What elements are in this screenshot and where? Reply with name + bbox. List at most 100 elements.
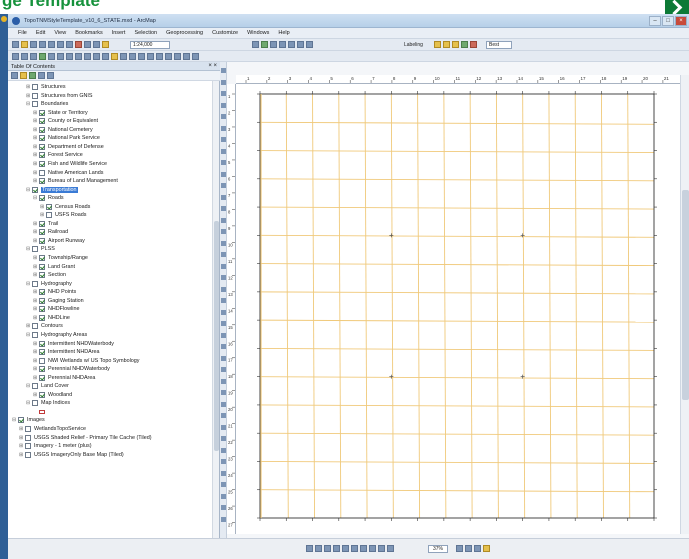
- layer-name-label[interactable]: Map Indices: [41, 400, 70, 406]
- layer-visibility-checkbox[interactable]: [39, 143, 45, 150]
- toc-layer-row[interactable]: ⊟ Roads: [33, 194, 64, 202]
- menu-selection[interactable]: Selection: [134, 30, 157, 36]
- label-quality-select[interactable]: Best: [486, 41, 512, 49]
- layer-visibility-checkbox[interactable]: [39, 374, 45, 381]
- layout-pan-tool-icon[interactable]: [324, 545, 331, 552]
- toc-layer-row[interactable]: ⊟ Transportation: [26, 186, 78, 194]
- view-unplaced-icon[interactable]: [452, 41, 459, 48]
- layer-visibility-checkbox[interactable]: [32, 383, 38, 390]
- layer-name-label[interactable]: Structures: [41, 84, 66, 90]
- layer-name-label[interactable]: Imagery - 1 meter (plus): [34, 443, 92, 449]
- layer-visibility-checkbox[interactable]: [39, 152, 45, 159]
- next-extent-icon[interactable]: [378, 545, 385, 552]
- toc-layer-row[interactable]: ⊟ Boundaries: [26, 100, 68, 108]
- toc-layer-row[interactable]: ⊞ Township/Range: [33, 254, 88, 262]
- layer-visibility-checkbox[interactable]: [39, 118, 45, 125]
- fixed-zoom-out-layout-icon[interactable]: [360, 545, 367, 552]
- toggle-draft-icon[interactable]: [456, 545, 463, 552]
- layer-visibility-checkbox[interactable]: [25, 451, 31, 458]
- layout-scroll-thumb[interactable]: [682, 190, 689, 400]
- hyperlink-icon[interactable]: [138, 53, 145, 60]
- layer-name-label[interactable]: Township/Range: [48, 255, 88, 261]
- toc-layer-row[interactable]: ⊞ Railroad: [33, 228, 68, 236]
- layout-side-tool-icon[interactable]: [221, 91, 226, 96]
- layer-visibility-checkbox[interactable]: [39, 126, 45, 133]
- layer-name-label[interactable]: PLSS: [41, 246, 55, 252]
- layer-name-label[interactable]: NHDLine: [48, 315, 70, 321]
- layer-name-label[interactable]: Transportation: [41, 186, 78, 193]
- delete-icon[interactable]: [75, 41, 82, 48]
- toc-layer-row[interactable]: ⊞ Fish and Wildlife Service: [33, 160, 107, 168]
- toc-layer-row[interactable]: ⊞ NWI Wetlands w/ US Topo Symbology: [33, 357, 139, 365]
- toc-scroll-thumb[interactable]: [214, 221, 219, 451]
- layout-side-tool-icon[interactable]: [221, 275, 226, 280]
- layer-visibility-checkbox[interactable]: [39, 391, 45, 398]
- toc-options-icon[interactable]: [47, 72, 54, 79]
- label-manager-icon[interactable]: [434, 41, 441, 48]
- layer-name-label[interactable]: NWI Wetlands w/ US Topo Symbology: [48, 358, 139, 364]
- list-by-selection-icon[interactable]: [38, 72, 45, 79]
- toc-window-icon[interactable]: [261, 41, 268, 48]
- change-layout-icon[interactable]: [474, 545, 481, 552]
- toc-layer-row[interactable]: ⊞ Woodland: [33, 391, 72, 399]
- layer-visibility-checkbox[interactable]: [32, 92, 38, 99]
- layer-visibility-checkbox[interactable]: [25, 443, 31, 450]
- layer-name-label[interactable]: Trail: [48, 221, 58, 227]
- layer-name-label[interactable]: Land Grant: [48, 264, 75, 270]
- layer-name-label[interactable]: Land Cover: [41, 383, 69, 389]
- layer-visibility-checkbox[interactable]: [39, 263, 45, 270]
- toc-layer-row[interactable]: ⊞ County or Equivalent: [33, 117, 98, 125]
- layout-zoom-icon[interactable]: [174, 53, 181, 60]
- layout-side-tool-icon[interactable]: [221, 309, 226, 315]
- layer-name-label[interactable]: Structures from GNIS: [41, 93, 93, 99]
- layer-name-label[interactable]: County or Equivalent: [48, 118, 98, 124]
- map-scale-select[interactable]: 1:24,000: [130, 41, 170, 49]
- layer-name-label[interactable]: NHD Points: [48, 289, 76, 295]
- layout-side-tool-icon[interactable]: [221, 516, 226, 522]
- zoom-out-icon[interactable]: [21, 53, 28, 60]
- layer-visibility-checkbox[interactable]: [39, 169, 45, 176]
- zoom-100-icon[interactable]: [342, 545, 349, 552]
- layout-zoom-select[interactable]: 37%: [428, 545, 448, 553]
- model-builder-icon[interactable]: [306, 41, 313, 48]
- layer-visibility-checkbox[interactable]: [39, 357, 45, 364]
- toc-layer-row[interactable]: ⊞ USFS Roads: [40, 211, 86, 219]
- layout-side-tool-icon[interactable]: [221, 298, 226, 303]
- toc-layer-row[interactable]: ⊞ Gaging Station: [33, 297, 84, 305]
- menu-geoprocessing[interactable]: Geoprocessing: [166, 30, 203, 36]
- pan-icon[interactable]: [30, 53, 37, 60]
- layer-name-label[interactable]: State or Territory: [48, 110, 88, 116]
- layer-visibility-checkbox[interactable]: [18, 417, 24, 424]
- layout-side-tool-icon[interactable]: [221, 263, 226, 269]
- toc-layer-row[interactable]: ⊞ NHD Points: [33, 288, 76, 296]
- layer-name-label[interactable]: USGS ImageryOnly Base Map (Tiled): [34, 452, 124, 458]
- label-priority-icon[interactable]: [470, 41, 477, 48]
- layout-side-tool-icon[interactable]: [221, 401, 226, 407]
- editor-icon[interactable]: [252, 41, 259, 48]
- layer-name-label[interactable]: Boundaries: [41, 101, 68, 107]
- layer-name-label[interactable]: National Park Service: [48, 135, 100, 141]
- layer-visibility-checkbox[interactable]: [39, 229, 45, 236]
- system-menu-icon[interactable]: [1, 16, 7, 22]
- undo-icon[interactable]: [84, 41, 91, 48]
- fixed-zoom-in-icon[interactable]: [48, 53, 55, 60]
- menu-file[interactable]: File: [18, 30, 27, 36]
- layout-side-tool-icon[interactable]: [221, 137, 226, 142]
- layer-visibility-checkbox[interactable]: [39, 109, 45, 116]
- fixed-zoom-in-layout-icon[interactable]: [351, 545, 358, 552]
- layer-visibility-checkbox[interactable]: [39, 237, 45, 244]
- toc-layer-row[interactable]: ⊞ Department of Defense: [33, 143, 104, 151]
- layer-name-label[interactable]: WetlandsTopoService: [34, 426, 86, 432]
- toc-layer-row[interactable]: ⊞ Imagery - 1 meter (plus): [19, 442, 92, 450]
- copy-icon[interactable]: [57, 41, 64, 48]
- layer-visibility-checkbox[interactable]: [39, 255, 45, 261]
- labeling-toolbar-label[interactable]: Labeling: [404, 42, 423, 48]
- layer-visibility-checkbox[interactable]: [32, 84, 38, 90]
- toc-layer-row[interactable]: ⊞ Census Roads: [40, 203, 90, 211]
- toc-layer-row[interactable]: ⊟ Map Indices: [26, 399, 70, 407]
- find-icon[interactable]: [120, 53, 127, 60]
- layer-name-label[interactable]: Section: [48, 272, 66, 278]
- layout-side-tool-icon[interactable]: [221, 493, 226, 499]
- layer-visibility-checkbox[interactable]: [25, 434, 31, 441]
- layer-visibility-checkbox[interactable]: [39, 349, 45, 356]
